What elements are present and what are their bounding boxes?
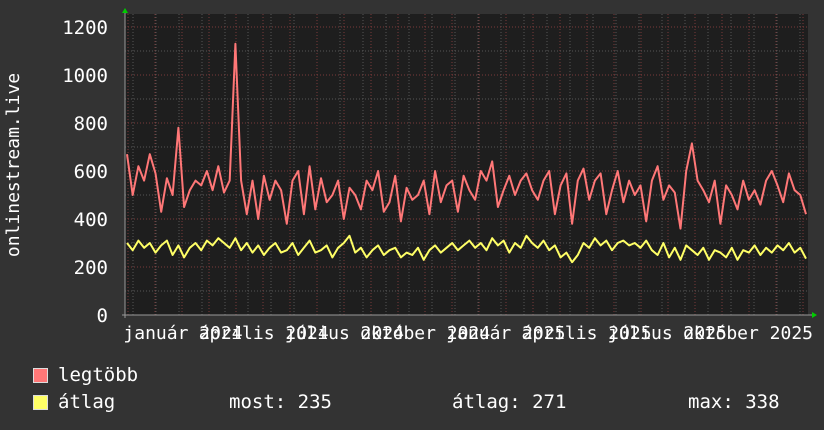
y-axis-ticks: 0 200 400 600 800 1000 1200 xyxy=(62,17,108,327)
legend-label-avg: átlag xyxy=(58,391,116,413)
stat-max: max: 338 xyxy=(688,391,780,413)
legend-swatch-avg xyxy=(33,395,48,410)
y-tick-label: 1200 xyxy=(62,17,108,39)
x-axis-arrow-icon xyxy=(812,312,817,318)
y-tick-label: 400 xyxy=(74,209,108,231)
x-axis-ticks: január 2024április 2024július 2024októbe… xyxy=(123,323,813,344)
stat-average: átlag: 271 xyxy=(452,391,567,413)
x-tick-label: október 2025 xyxy=(683,323,813,344)
legend-label-max: legtöbb xyxy=(58,364,139,386)
y-tick-label: 800 xyxy=(74,113,108,135)
y-tick-label: 200 xyxy=(74,257,108,279)
y-tick-label: 1000 xyxy=(62,65,108,87)
y-axis-arrow-icon xyxy=(122,8,128,13)
y-tick-label: 0 xyxy=(97,305,108,327)
y-axis-label: onlinestream.live xyxy=(3,73,24,257)
legend-swatch-max xyxy=(33,368,48,383)
plot-area xyxy=(125,14,808,315)
stat-now: most: 235 xyxy=(229,391,332,413)
y-tick-label: 600 xyxy=(74,161,108,183)
